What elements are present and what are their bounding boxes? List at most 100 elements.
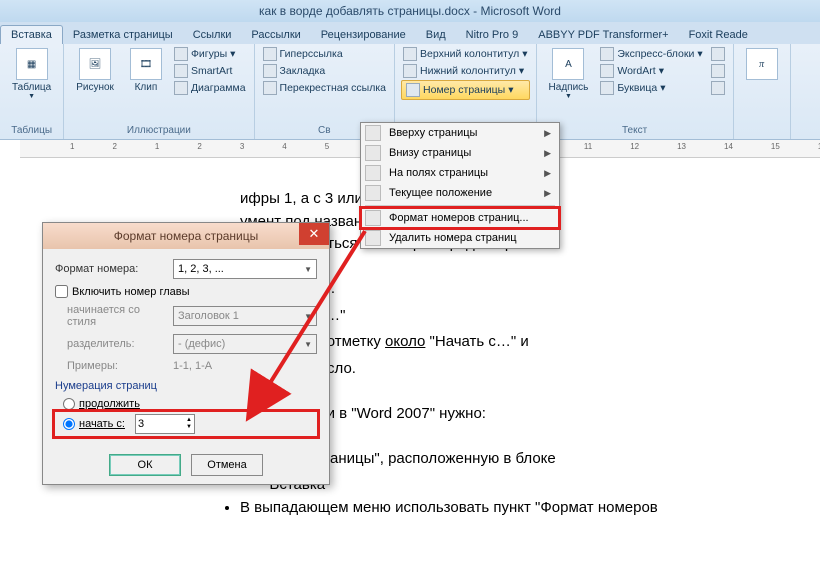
start-at-label: начать с: bbox=[79, 418, 125, 430]
shapes-icon bbox=[174, 47, 188, 61]
tab-review[interactable]: Рецензирование bbox=[311, 26, 416, 44]
list-item: В выпадающем меню использовать пункт "Фо… bbox=[240, 497, 740, 520]
clip-button[interactable]: 🎞Клип bbox=[124, 46, 168, 95]
separator-select: - (дефис)▼ bbox=[173, 334, 317, 354]
dd-format-numbers[interactable]: Формат номеров страниц... bbox=[361, 208, 559, 228]
quickparts-button[interactable]: Экспресс-блоки ▾ bbox=[598, 46, 704, 62]
picture-button[interactable]: 🖼Рисунок bbox=[70, 46, 120, 95]
dialog-titlebar[interactable]: Формат номера страницы ✕ bbox=[43, 223, 329, 249]
tab-nitro[interactable]: Nitro Pro 9 bbox=[456, 26, 529, 44]
signature-button[interactable] bbox=[709, 46, 727, 62]
page-margin-icon bbox=[365, 165, 381, 181]
ok-button[interactable]: ОК bbox=[109, 454, 181, 476]
hash-icon bbox=[406, 83, 420, 97]
hyperlink-button[interactable]: Гиперссылка bbox=[261, 46, 388, 62]
dd-bottom-of-page[interactable]: Внизу страницы▶ bbox=[361, 143, 559, 163]
group-label-text: Текст bbox=[543, 124, 727, 137]
format-select[interactable]: 1, 2, 3, ...▼ bbox=[173, 259, 317, 279]
chart-button[interactable]: Диаграмма bbox=[172, 80, 248, 96]
chevron-down-icon: ▼ bbox=[304, 340, 312, 349]
starts-style-select: Заголовок 1▼ bbox=[173, 306, 317, 326]
tab-mailings[interactable]: Рассылки bbox=[241, 26, 310, 44]
chart-icon bbox=[174, 81, 188, 95]
page-number-dropdown: Вверху страницы▶ Внизу страницы▶ На поля… bbox=[360, 122, 560, 249]
group-text: AНадпись▼ Экспресс-блоки ▾ WordArt ▾ Бук… bbox=[537, 44, 734, 139]
close-icon: ✕ bbox=[309, 226, 320, 242]
tab-insert[interactable]: Вставка bbox=[0, 25, 63, 44]
shapes-button[interactable]: Фигуры ▾ bbox=[172, 46, 248, 62]
page-bottom-icon bbox=[365, 145, 381, 161]
dd-remove-numbers[interactable]: Удалить номера страниц bbox=[361, 228, 559, 248]
close-button[interactable]: ✕ bbox=[299, 223, 329, 245]
spin-up-icon[interactable]: ▲ bbox=[186, 417, 192, 424]
footer-icon bbox=[403, 64, 417, 78]
include-chapter-checkbox[interactable] bbox=[55, 285, 68, 298]
spin-down-icon[interactable]: ▼ bbox=[186, 424, 192, 431]
wordart-button[interactable]: WordArt ▾ bbox=[598, 63, 704, 79]
continue-radio[interactable] bbox=[63, 398, 75, 410]
examples-label: Примеры: bbox=[55, 360, 165, 372]
starts-style-label: начинается со стиля bbox=[55, 304, 165, 328]
textbox-button[interactable]: AНадпись▼ bbox=[543, 46, 595, 102]
tab-view[interactable]: Вид bbox=[416, 26, 456, 44]
date-button[interactable] bbox=[709, 63, 727, 79]
tab-page-layout[interactable]: Разметка страницы bbox=[63, 26, 183, 44]
start-at-spinner[interactable]: 3 ▲▼ bbox=[135, 414, 195, 434]
date-icon bbox=[711, 64, 725, 78]
remove-icon bbox=[365, 230, 381, 246]
bookmark-button[interactable]: Закладка bbox=[261, 63, 388, 79]
table-icon: ▦ bbox=[16, 48, 48, 80]
page-top-icon bbox=[365, 125, 381, 141]
dropcap-icon bbox=[600, 81, 614, 95]
chevron-right-icon: ▶ bbox=[544, 128, 551, 139]
group-label-illus: Иллюстрации bbox=[70, 124, 247, 137]
object-icon bbox=[711, 81, 725, 95]
chevron-right-icon: ▶ bbox=[544, 168, 551, 179]
chevron-right-icon: ▶ bbox=[544, 188, 551, 199]
group-symbols: π bbox=[734, 44, 791, 139]
equation-button[interactable]: π bbox=[740, 46, 784, 84]
dd-margins[interactable]: На полях страницы▶ bbox=[361, 163, 559, 183]
textbox-icon: A bbox=[552, 48, 584, 80]
examples-value: 1-1, 1-A bbox=[173, 360, 212, 372]
header-button[interactable]: Верхний колонтитул ▾ bbox=[401, 46, 530, 62]
dropcap-button[interactable]: Буквица ▾ bbox=[598, 80, 704, 96]
separator bbox=[365, 205, 555, 206]
start-at-radio[interactable] bbox=[63, 418, 75, 430]
footer-button[interactable]: Нижний колонтитул ▾ bbox=[401, 63, 530, 79]
chevron-down-icon: ▼ bbox=[304, 265, 312, 274]
dd-current-pos[interactable]: Текущее положение▶ bbox=[361, 183, 559, 203]
crossref-icon bbox=[263, 81, 277, 95]
bookmark-icon bbox=[263, 64, 277, 78]
dd-top-of-page[interactable]: Вверху страницы▶ bbox=[361, 123, 559, 143]
chevron-right-icon: ▶ bbox=[544, 148, 551, 159]
tab-abbyy[interactable]: ABBYY PDF Transformer+ bbox=[528, 26, 678, 44]
chevron-down-icon: ▼ bbox=[304, 312, 312, 321]
smartart-icon bbox=[174, 64, 188, 78]
page-number-button[interactable]: Номер страницы ▾ bbox=[401, 80, 530, 100]
crossref-button[interactable]: Перекрестная ссылка bbox=[261, 80, 388, 96]
separator-label: разделитель: bbox=[55, 338, 165, 350]
numbering-label: Нумерация страниц bbox=[55, 380, 317, 392]
smartart-button[interactable]: SmartArt bbox=[172, 63, 248, 79]
sig-icon bbox=[711, 47, 725, 61]
group-tables: ▦ Таблица▼ Таблицы bbox=[0, 44, 64, 139]
table-button[interactable]: ▦ Таблица▼ bbox=[6, 46, 57, 102]
titlebar: как в ворде добавлять страницы.docx - Mi… bbox=[0, 0, 820, 22]
header-icon bbox=[403, 47, 417, 61]
object-button[interactable] bbox=[709, 80, 727, 96]
clip-icon: 🎞 bbox=[130, 48, 162, 80]
dialog-title: Формат номера страницы bbox=[114, 229, 259, 243]
blocks-icon bbox=[600, 47, 614, 61]
include-chapter-label: Включить номер главы bbox=[72, 286, 190, 298]
group-label-tables: Таблицы bbox=[6, 124, 57, 137]
group-illustrations: 🖼Рисунок 🎞Клип Фигуры ▾ SmartArt Диаграм… bbox=[64, 44, 254, 139]
format-label: Формат номера: bbox=[55, 263, 165, 275]
tab-references[interactable]: Ссылки bbox=[183, 26, 242, 44]
picture-icon: 🖼 bbox=[79, 48, 111, 80]
tab-foxit[interactable]: Foxit Reade bbox=[679, 26, 758, 44]
cancel-button[interactable]: Отмена bbox=[191, 454, 263, 476]
page-number-format-dialog: Формат номера страницы ✕ Формат номера: … bbox=[42, 222, 330, 485]
ribbon-tabs: Вставка Разметка страницы Ссылки Рассылк… bbox=[0, 22, 820, 44]
page-current-icon bbox=[365, 185, 381, 201]
